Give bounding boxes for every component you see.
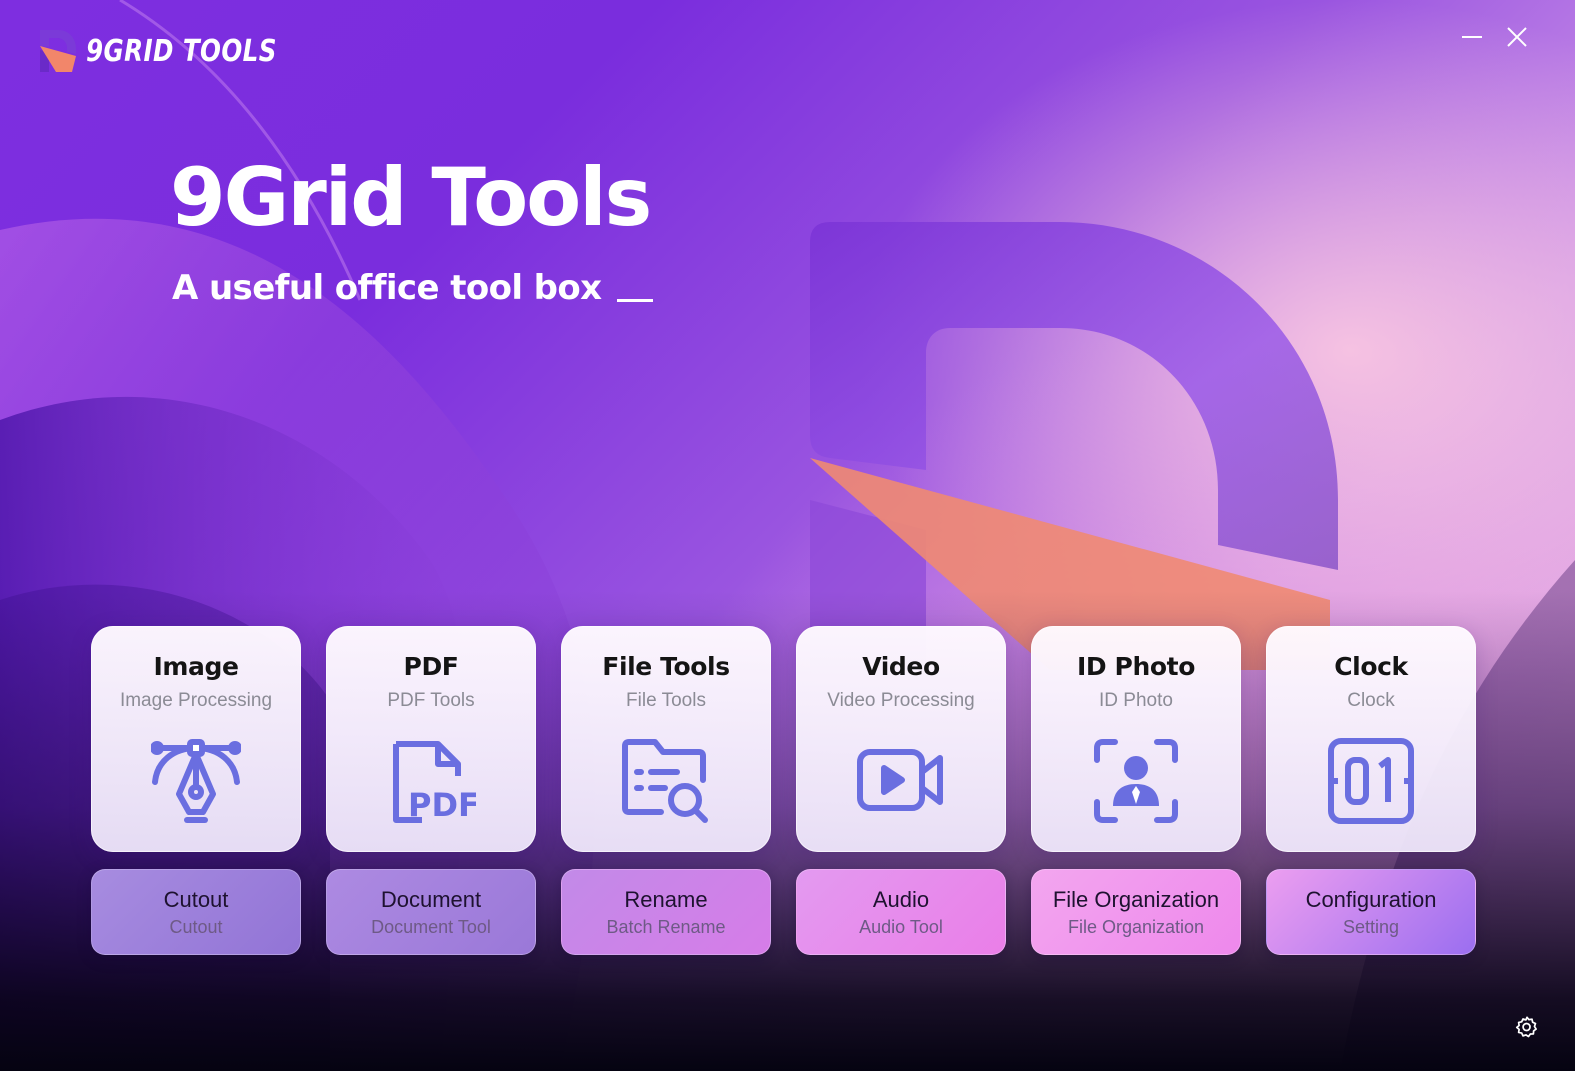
sub-tool-rename[interactable]: Rename Batch Rename [561,869,771,955]
card-file-tools[interactable]: File Tools File Tools [561,626,771,852]
card-title: ID Photo [1077,652,1195,681]
sub-tool-subtitle: Document Tool [371,917,491,937]
card-title: Image [153,652,239,681]
gear-icon [1515,1016,1537,1038]
pen-tool-icon [151,739,241,823]
sub-tool-title: Audio [872,887,930,912]
minimize-button[interactable] [1457,22,1487,52]
card-clock[interactable]: Clock Clock [1266,626,1476,852]
brand-logo-icon [40,30,76,72]
sub-tool-subtitle: Cutout [169,917,223,937]
card-id-photo[interactable]: ID Photo ID Photo [1031,626,1241,852]
card-title: Video [862,652,940,681]
card-title: Clock [1334,652,1408,681]
sub-tool-title: File Organization [1052,887,1220,912]
svg-text:PDF: PDF [408,786,476,824]
sub-tool-title: Configuration [1305,887,1437,912]
subtitle-underline [617,299,654,302]
card-subtitle: Clock [1347,690,1395,711]
sub-tool-title: Cutout [163,887,229,912]
sub-tool-file-organization[interactable]: File Organization File Organization [1031,869,1241,955]
sub-tool-document[interactable]: Document Document Tool [326,869,536,955]
brand-name: 9GRID TOOLS [86,33,277,69]
sub-tool-configuration[interactable]: Configuration Setting [1266,869,1476,955]
sub-tool-audio[interactable]: Audio Audio Tool [796,869,1006,955]
sub-tool-subtitle: Audio Tool [859,917,943,937]
hero-subtitle: A useful office tool box [172,268,654,308]
card-subtitle: ID Photo [1099,690,1173,711]
sub-tool-subtitle: File Organization [1067,917,1205,937]
card-subtitle: PDF Tools [387,690,475,711]
close-icon [1507,27,1527,47]
video-camera-icon [857,749,943,811]
card-video[interactable]: Video Video Processing [796,626,1006,852]
file-search-icon [622,739,708,823]
sub-tool-cutout[interactable]: Cutout Cutout [91,869,301,955]
card-subtitle: Image Processing [119,690,273,711]
tool-cards: Image Image Processing PDF PDF Tools PDF… [91,626,1481,852]
card-image[interactable]: Image Image Processing [91,626,301,852]
sub-tool-buttons: Cutout Cutout Document Document Tool Ren… [91,869,1481,955]
hero-subtitle-text: A useful office tool box [172,268,602,308]
hero-title: 9Grid Tools [170,151,652,244]
sub-tool-subtitle: Setting [1342,917,1400,937]
card-subtitle: Video Processing [827,690,975,711]
close-button[interactable] [1502,22,1532,52]
minimize-icon [1462,36,1482,38]
pdf-file-icon: PDF [393,741,476,824]
card-subtitle: File Tools [626,690,706,711]
clock-digital-icon [1328,738,1414,824]
background-logo-graphic [810,222,1338,670]
card-title: PDF [403,652,459,681]
sub-tool-title: Document [380,887,482,912]
brand: 9GRID TOOLS [36,28,319,74]
sub-tool-title: Rename [624,887,708,912]
id-photo-icon [1094,739,1178,823]
card-pdf[interactable]: PDF PDF Tools PDF [326,626,536,852]
card-title: File Tools [602,652,730,681]
sub-tool-subtitle: Batch Rename [606,917,726,937]
settings-button[interactable] [1514,1014,1540,1040]
app-window: 9GRID TOOLS 9Grid Tools A useful office … [0,0,1575,1071]
